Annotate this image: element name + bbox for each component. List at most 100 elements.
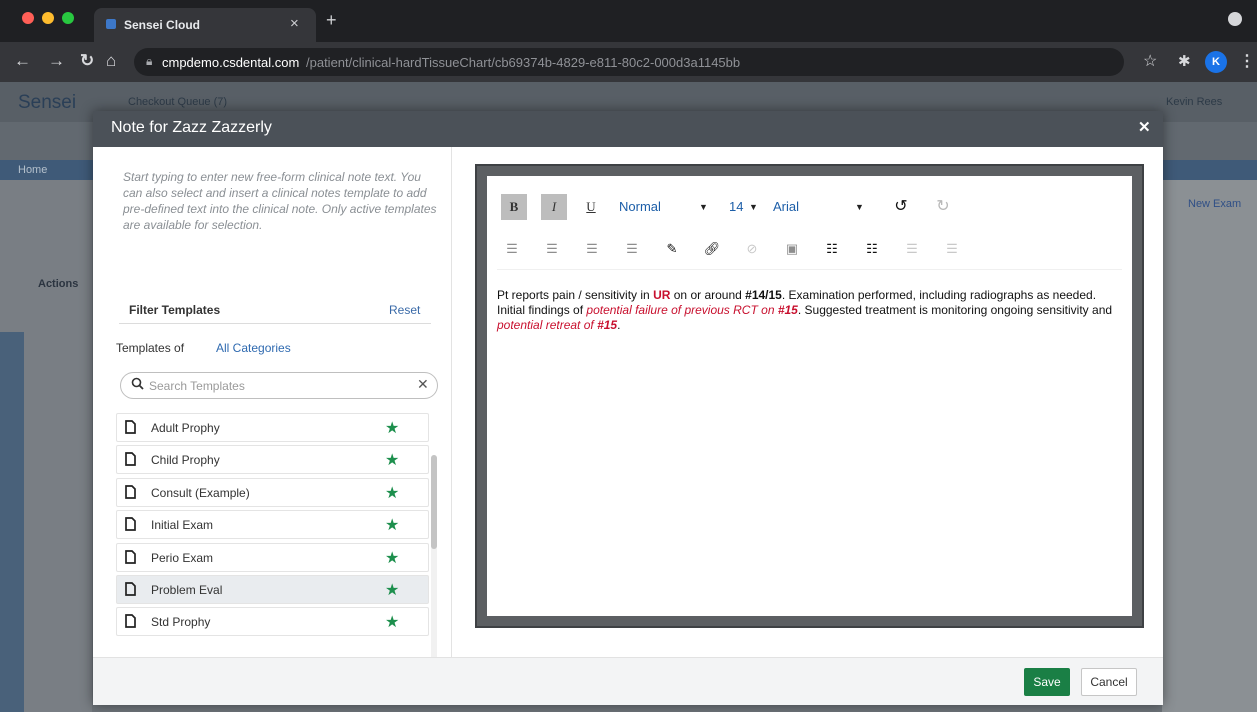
template-label: Initial Exam [151, 518, 214, 532]
underline-button[interactable]: U [581, 194, 601, 220]
document-icon [125, 582, 136, 596]
toolbar-divider [497, 269, 1122, 270]
favorite-star-icon[interactable]: ★ [385, 418, 399, 438]
favorite-star-icon[interactable]: ★ [385, 483, 399, 503]
align-left-icon[interactable]: ☰ [501, 238, 523, 260]
note-modal: Note for Zazz Zazzerly ✕ Start typing to… [93, 111, 1163, 705]
favorite-star-icon[interactable]: ★ [385, 450, 399, 470]
app-logo: Sensei [18, 92, 77, 113]
tab-close-icon[interactable]: × [290, 15, 299, 32]
window-close-button[interactable] [22, 12, 34, 24]
clear-search-icon[interactable]: ✕ [417, 376, 429, 393]
font-family-select[interactable]: Arial ▼ [773, 194, 873, 220]
address-bar[interactable]: 🔒︎ cmpdemo.csdental.com /patient/clinica… [134, 48, 1124, 76]
app-nav-home: Home [18, 164, 48, 176]
app-actions-label: Actions [38, 278, 79, 290]
link-icon[interactable]: 🔗︎ [701, 238, 723, 260]
browser-tab[interactable]: Sensei Cloud × [94, 8, 316, 42]
paragraph-style-value: Normal [619, 199, 661, 214]
text-color-icon[interactable]: ✎ [661, 238, 683, 260]
favicon-icon [106, 19, 116, 29]
checkout-queue-link: Checkout Queue (7) [128, 96, 228, 108]
bold-button[interactable]: B [501, 194, 527, 220]
document-icon [125, 420, 136, 434]
browser-tab-bar: Sensei Cloud × + [0, 0, 1257, 42]
template-panel: Start typing to enter new free-form clin… [93, 147, 451, 695]
lock-icon: 🔒︎ [146, 54, 153, 68]
unlink-icon[interactable]: ⊘ [741, 238, 763, 260]
chevron-down-icon: ▼ [749, 202, 758, 212]
align-right-icon[interactable]: ☰ [581, 238, 603, 260]
url-host: cmpdemo.csdental.com [162, 55, 300, 70]
new-tab-icon[interactable]: + [326, 10, 337, 31]
align-center-icon[interactable]: ☰ [541, 238, 563, 260]
note-highlight-tooth: #15 [777, 303, 798, 317]
template-list-item[interactable]: Consult (Example) ★ [116, 478, 429, 507]
window-maximize-button[interactable] [62, 12, 74, 24]
favorite-star-icon[interactable]: ★ [385, 548, 399, 568]
note-highlight-region: UR [653, 288, 671, 302]
favorite-star-icon[interactable]: ★ [385, 580, 399, 600]
document-icon [125, 452, 136, 466]
template-search-box: ✕ [120, 372, 438, 399]
chrome-status-icon[interactable] [1228, 12, 1242, 26]
profile-avatar[interactable]: K [1205, 51, 1227, 73]
clinical-note-text[interactable]: Pt reports pain / sensitivity in UR on o… [497, 288, 1117, 333]
template-label: Adult Prophy [151, 421, 220, 435]
template-label: Std Prophy [151, 615, 211, 629]
indent-icon[interactable]: ☰ [901, 238, 923, 260]
template-search-input[interactable] [149, 377, 409, 395]
template-list: Adult Prophy ★ Child Prophy ★ Consult (Examp… [116, 413, 429, 673]
numbered-list-icon[interactable]: ☷ [861, 238, 883, 260]
category-filter-link[interactable]: All Categories [216, 341, 291, 355]
favorite-star-icon[interactable]: ★ [385, 515, 399, 535]
outdent-icon[interactable]: ☰ [941, 238, 963, 260]
template-list-item[interactable]: Perio Exam ★ [116, 543, 429, 572]
template-list-item[interactable]: Child Prophy ★ [116, 445, 429, 474]
bulleted-list-icon[interactable]: ☷ [821, 238, 843, 260]
app-right-panel [1162, 180, 1257, 712]
redo-icon[interactable]: ↻ [931, 194, 955, 220]
font-size-value: 14 [729, 199, 744, 214]
note-highlight-tooth: #15 [597, 318, 618, 332]
note-segment: on or around [670, 288, 746, 302]
note-highlight-tooth: #14/15 [745, 288, 782, 302]
cancel-button[interactable]: Cancel [1081, 668, 1137, 696]
back-arrow-icon[interactable]: ← [14, 51, 31, 71]
template-label: Child Prophy [151, 453, 220, 467]
paragraph-style-select[interactable]: Normal ▼ [619, 194, 715, 220]
modal-close-icon[interactable]: ✕ [1138, 118, 1151, 136]
reset-link[interactable]: Reset [389, 303, 420, 317]
document-icon [125, 485, 136, 499]
favorite-star-icon[interactable]: ★ [385, 612, 399, 632]
extensions-icon[interactable]: ✱ [1178, 52, 1191, 70]
modal-footer: Save Cancel [93, 657, 1163, 705]
template-label: Consult (Example) [151, 486, 250, 500]
template-list-item[interactable]: Initial Exam ★ [116, 510, 429, 539]
reload-icon[interactable]: ↻ [80, 51, 94, 71]
note-segment: Pt reports pain / sensitivity in [497, 288, 654, 302]
app-new-exam-link: New Exam [1188, 198, 1242, 210]
rich-text-editor: B I U Normal ▼ 14 ▼ Arial ▼ ↺ ↻ ☰ ☰ ☰ ☰ … [487, 176, 1132, 616]
note-segment: . [617, 318, 621, 332]
template-label: Problem Eval [151, 583, 223, 597]
document-icon [125, 517, 136, 531]
window-minimize-button[interactable] [42, 12, 54, 24]
home-icon[interactable]: ⌂ [106, 51, 116, 71]
help-text: Start typing to enter new free-form clin… [123, 170, 437, 232]
save-button[interactable]: Save [1024, 668, 1070, 696]
template-list-item[interactable]: Std Prophy ★ [116, 607, 429, 636]
italic-button[interactable]: I [541, 194, 567, 220]
font-size-select[interactable]: 14 ▼ [729, 194, 769, 220]
bookmark-star-icon[interactable]: ☆ [1143, 51, 1157, 71]
undo-icon[interactable]: ↺ [889, 194, 913, 220]
forward-arrow-icon[interactable]: → [48, 51, 65, 71]
align-justify-icon[interactable]: ☰ [621, 238, 643, 260]
template-list-item[interactable]: Adult Prophy ★ [116, 413, 429, 442]
template-list-item[interactable]: Problem Eval ★ [116, 575, 429, 604]
browser-menu-icon[interactable]: ⋮ [1239, 51, 1255, 71]
image-icon[interactable]: ▣ [781, 238, 803, 260]
modal-title: Note for Zazz Zazzerly [111, 119, 272, 136]
note-segment: . Suggested treatment is monitoring ongo… [797, 303, 1113, 317]
template-list-scroll-thumb[interactable] [431, 455, 437, 549]
